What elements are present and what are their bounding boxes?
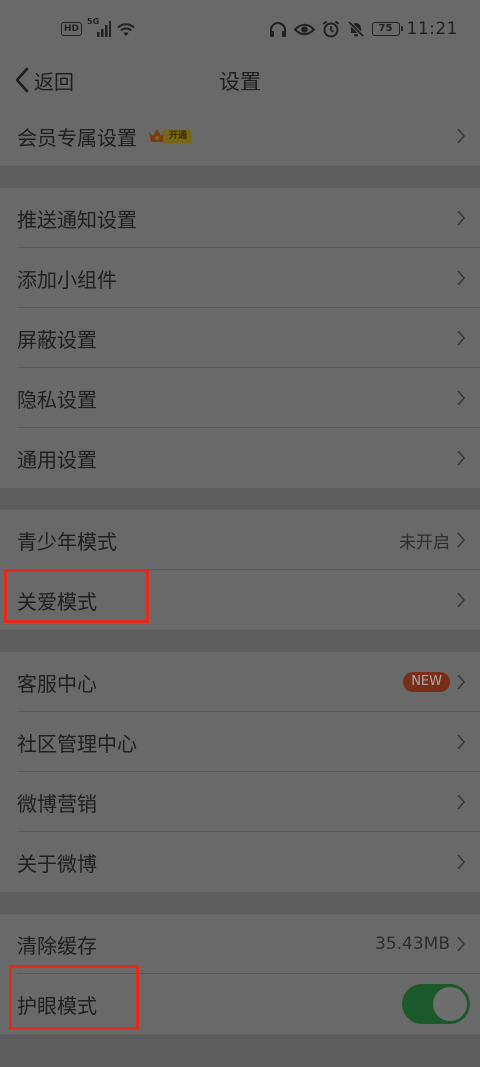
settings-item-privacy[interactable]: 隐私设置 xyxy=(0,368,480,428)
eye-care-toggle[interactable] xyxy=(402,984,470,1024)
settings-item-common[interactable]: 通用设置 xyxy=(0,428,480,488)
signal-5g: 5G xyxy=(87,17,112,39)
settings-group-storage: 清除缓存 35.43MB 护眼模式 xyxy=(0,914,480,1034)
settings-item-label: 通用设置 xyxy=(17,447,97,472)
settings-item-label: 清除缓存 xyxy=(17,933,97,958)
settings-item-push[interactable]: 推送通知设置 xyxy=(0,188,480,248)
settings-list: 会员专属设置 开通 推送通知设置 添加小组件 屏蔽设置 隐私设置 通用设置 青少… xyxy=(0,106,480,1056)
hd-badge: HD xyxy=(61,22,83,36)
chevron-right-icon xyxy=(457,390,466,406)
nav-bar: 返回 设置 xyxy=(0,56,480,106)
alarm-icon xyxy=(322,20,339,38)
chevron-right-icon xyxy=(457,854,466,870)
row-right xyxy=(456,772,466,832)
row-right xyxy=(456,832,466,892)
status-right: 75 11:21 xyxy=(269,17,459,41)
chevron-right-icon xyxy=(457,330,466,346)
wifi-icon xyxy=(117,23,135,36)
chevron-right-icon xyxy=(457,794,466,810)
status-bar: HD 5G 75 11:21 xyxy=(0,0,480,56)
row-right xyxy=(456,428,466,488)
chevron-right-icon xyxy=(457,592,466,608)
row-right xyxy=(456,712,466,772)
settings-item-label: 关于微博 xyxy=(17,851,97,876)
battery-icon: 75 xyxy=(371,22,403,36)
settings-item-marketing[interactable]: 微博营销 xyxy=(0,772,480,832)
settings-item-label: 屏蔽设置 xyxy=(17,327,97,352)
chevron-right-icon xyxy=(457,270,466,286)
settings-item-label: 隐私设置 xyxy=(17,387,97,412)
row-right xyxy=(456,248,466,308)
chevron-right-icon xyxy=(457,128,466,144)
settings-item-label: 微博营销 xyxy=(17,791,97,816)
settings-item-vip[interactable]: 会员专属设置 开通 xyxy=(0,106,480,166)
chevron-right-icon xyxy=(457,532,466,548)
cache-size: 35.43MB xyxy=(375,934,450,954)
new-badge: NEW xyxy=(403,672,450,692)
status-left: HD 5G xyxy=(61,17,136,40)
settings-item-teen-mode[interactable]: 青少年模式 未开启 xyxy=(0,510,480,570)
eye-icon xyxy=(293,23,315,35)
row-right xyxy=(402,974,470,1034)
chevron-right-icon xyxy=(457,936,466,952)
chevron-right-icon xyxy=(457,674,466,690)
row-right xyxy=(456,308,466,368)
row-right xyxy=(456,188,466,248)
row-right: 未开启 xyxy=(399,510,466,570)
settings-item-about[interactable]: 关于微博 xyxy=(0,832,480,892)
chevron-right-icon xyxy=(457,450,466,466)
settings-item-label: 青少年模式 xyxy=(17,529,117,554)
settings-group-vip: 会员专属设置 开通 xyxy=(0,106,480,166)
settings-group-service: 客服中心 NEW 社区管理中心 微博营销 关于微博 xyxy=(0,652,480,892)
settings-item-widget[interactable]: 添加小组件 xyxy=(0,248,480,308)
headphones-icon xyxy=(269,21,286,37)
settings-item-label: 推送通知设置 xyxy=(17,207,137,232)
settings-group-modes: 青少年模式 未开启 关爱模式 xyxy=(0,510,480,630)
settings-item-care-mode[interactable]: 关爱模式 xyxy=(0,570,480,630)
settings-item-block[interactable]: 屏蔽设置 xyxy=(0,308,480,368)
teen-mode-status: 未开启 xyxy=(399,532,450,553)
mute-bell-icon xyxy=(347,20,364,38)
vip-badge[interactable]: 开通 xyxy=(147,126,192,146)
settings-item-label: 会员专属设置 xyxy=(17,125,137,150)
toggle-knob xyxy=(433,987,467,1021)
settings-item-community[interactable]: 社区管理中心 xyxy=(0,712,480,772)
chevron-right-icon xyxy=(457,734,466,750)
signal-icon xyxy=(97,21,112,37)
row-right xyxy=(456,106,466,166)
settings-item-customer-service[interactable]: 客服中心 NEW xyxy=(0,652,480,712)
chevron-right-icon xyxy=(457,210,466,226)
group-gap xyxy=(0,892,480,914)
row-right: 35.43MB xyxy=(375,914,466,974)
settings-item-label: 社区管理中心 xyxy=(17,731,137,756)
row-right xyxy=(456,570,466,630)
settings-group-general: 推送通知设置 添加小组件 屏蔽设置 隐私设置 通用设置 xyxy=(0,188,480,488)
clock: 11:21 xyxy=(406,19,458,39)
group-gap xyxy=(0,630,480,652)
settings-item-clear-cache[interactable]: 清除缓存 35.43MB xyxy=(0,914,480,974)
group-gap xyxy=(0,1034,480,1056)
vip-open-tag: 开通 xyxy=(163,129,192,143)
settings-item-label: 客服中心 xyxy=(17,671,97,696)
group-gap xyxy=(0,488,480,510)
row-right xyxy=(456,368,466,428)
group-gap xyxy=(0,166,480,188)
page-title: 设置 xyxy=(219,70,261,94)
row-right: NEW xyxy=(403,652,466,712)
settings-item-label: 护眼模式 xyxy=(17,993,97,1018)
settings-item-label: 添加小组件 xyxy=(17,267,117,292)
settings-item-eye-care[interactable]: 护眼模式 xyxy=(0,974,480,1034)
settings-item-label: 关爱模式 xyxy=(17,589,97,614)
